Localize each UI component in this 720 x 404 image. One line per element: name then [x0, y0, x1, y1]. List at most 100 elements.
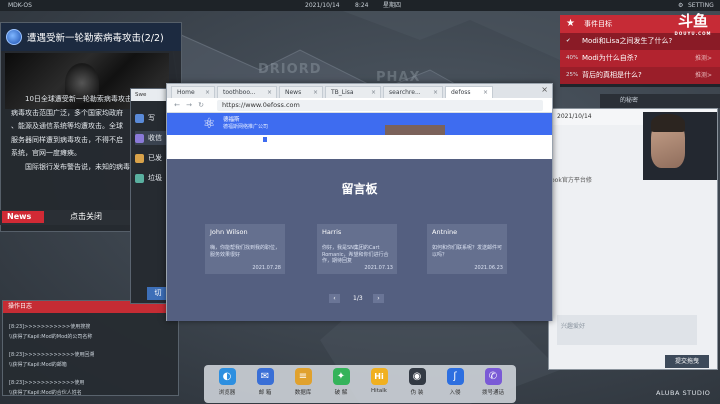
event-row[interactable]: 40% Modi为什么自杀? 推测>	[560, 50, 720, 67]
chat-input[interactable]	[557, 315, 697, 345]
log-line: \\获得了Kapil:Mod的邮箱	[9, 362, 67, 368]
message-author: John Wilson	[210, 228, 248, 236]
dock-label: 破 解	[334, 390, 348, 396]
site-subtitle: 德福斯网络推广公司	[223, 124, 269, 130]
hitalk-icon: Hi	[370, 368, 388, 385]
mail-item-label: 写	[148, 114, 155, 122]
close-icon[interactable]: ×	[267, 87, 272, 98]
site-name: 德福斯	[223, 117, 240, 123]
dock-label: 伪 装	[410, 390, 424, 396]
inbox-icon	[135, 133, 144, 143]
event-text: 背后的真相是什么?	[582, 71, 642, 79]
tab-defoss[interactable]: defoss ×	[445, 86, 493, 98]
secret-window-title: 的秘密	[620, 97, 639, 104]
back-arrow-icon[interactable]: ←	[173, 101, 181, 109]
dock-disguise[interactable]: ◉ 伪 装	[400, 368, 434, 402]
dock-browser[interactable]: ◐ 浏览器	[210, 368, 244, 402]
pagination: ‹ 1/3 ›	[329, 294, 393, 304]
window-close-icon[interactable]: ×	[541, 85, 548, 94]
close-icon[interactable]: ×	[483, 87, 488, 98]
close-icon[interactable]: ×	[205, 87, 210, 98]
dock-hitalk[interactable]: Hi Hitalk	[362, 368, 396, 402]
sent-icon	[135, 153, 144, 163]
dock-label: 邮 箱	[258, 390, 272, 396]
close-icon[interactable]: ×	[371, 87, 376, 98]
log-line: \\获得了Kapil:Mod的Mod的公司名称	[9, 334, 93, 340]
dock-label: 入侵	[449, 390, 461, 396]
message-card: Antnine 如何和你们联系呢？发送邮件可以吗？ 2021.06.23	[427, 224, 507, 274]
star-icon: ★	[566, 18, 575, 29]
database-icon: ≡	[294, 368, 312, 385]
message-date: 2021.07.28	[252, 265, 281, 271]
close-icon[interactable]: ×	[433, 87, 438, 98]
status-weekday: 星期四	[383, 2, 402, 9]
event-percent: 25%	[566, 72, 579, 78]
message-text: 嗨，你能帮我们找到我的职位，服务效果很好	[210, 245, 281, 258]
message-card: John Wilson 嗨，你能帮我们找到我的职位，服务效果很好 2021.07…	[205, 224, 285, 274]
mail-item-label: 垃圾	[148, 174, 162, 182]
message-author: Harris	[322, 228, 342, 236]
site-header: ⚛ 德福斯 德福斯网络推广公司	[167, 113, 552, 135]
page-indicator: 1/3	[353, 295, 363, 302]
news-title: 遭遇受新一轮勒索病毒攻击(2/2)	[27, 33, 164, 44]
event-text: Modi为什么自杀?	[582, 54, 638, 62]
site-banner-strip	[167, 135, 552, 159]
chat-window: 2021/10/14 ook官方平台修 兴趣爱好 提交拖曳	[548, 108, 718, 370]
disguise-icon: ◉	[408, 368, 426, 385]
dock-intrude[interactable]: ʃ 入侵	[438, 368, 472, 402]
secret-window-titlebar: 的秘密	[600, 94, 720, 108]
infer-button[interactable]: 推测>	[695, 50, 712, 67]
intrude-icon: ʃ	[446, 368, 464, 385]
tab-searchresult[interactable]: searchre... ×	[383, 86, 443, 98]
site-banner-image	[385, 125, 445, 135]
event-target-title: 事件目标	[584, 20, 612, 28]
browser-icon: ◐	[218, 368, 236, 385]
tab-home[interactable]: Home ×	[171, 86, 215, 98]
url-input[interactable]: https://www.0efoss.com	[217, 100, 543, 111]
status-date: 2021/10/14	[305, 2, 340, 9]
os-name: MDK-OS	[8, 2, 32, 9]
tab-news[interactable]: News ×	[279, 86, 323, 98]
message-board: 留言板 John Wilson 嗨，你能帮我们找到我的职位，服务效果很好 202…	[167, 159, 552, 321]
browser-window: Home × toothboo... × News × TB_Lisa × search…	[166, 83, 553, 321]
dock-phone[interactable]: ✆ 拨号通话	[476, 368, 510, 402]
avatar	[651, 114, 685, 168]
douyu-logo: 斗鱼 DOUYU.COM	[668, 10, 718, 36]
chat-input-hint: 兴趣爱好	[561, 323, 586, 330]
board-title: 留言板	[341, 182, 378, 196]
map-label-driord: DRIORD	[258, 62, 322, 77]
log-line: [8:23]>>>>>>>>>>>>使用	[9, 380, 85, 386]
dock-database[interactable]: ≡ 数据库	[286, 368, 320, 402]
message-author: Antnine	[432, 228, 458, 236]
logo-main: 斗鱼	[677, 12, 708, 30]
message-text: 如何和你们联系呢？发送邮件可以吗？	[432, 245, 503, 258]
dock-label: Hitalk	[371, 388, 387, 394]
phone-icon: ✆	[484, 368, 502, 385]
reload-icon[interactable]: ↻	[197, 101, 205, 109]
infer-button[interactable]: 推测>	[695, 67, 712, 84]
mail-item-label: 收信	[148, 134, 162, 142]
submit-button[interactable]: 提交拖曳	[665, 355, 709, 368]
status-time: 8:24	[355, 2, 369, 9]
next-page-button[interactable]: ›	[373, 294, 384, 303]
operation-log-panel: 操作日志 [8:23]>>>>>>>>>>>使用搜搜 \\获得了Kapil:Mo…	[2, 300, 179, 396]
dock-mail[interactable]: ✉ 邮 箱	[248, 368, 282, 402]
forward-arrow-icon[interactable]: →	[185, 101, 193, 109]
event-row[interactable]: 25% 背后的真相是什么? 推测>	[560, 67, 720, 84]
tab-toothbook[interactable]: toothboo... ×	[217, 86, 277, 98]
logo-sub: DOUYU.COM	[674, 31, 712, 36]
site-marker	[263, 137, 267, 142]
mail-icon: ✉	[256, 368, 274, 385]
news-close-button[interactable]: 点击关闭	[70, 211, 102, 223]
dock-label: 拨号通话	[481, 390, 504, 396]
close-icon[interactable]: ×	[313, 87, 318, 98]
tab-tb-lisa[interactable]: TB_Lisa ×	[325, 86, 381, 98]
message-date: 2021.06.23	[474, 265, 503, 271]
compose-icon	[135, 113, 144, 123]
globe-icon	[6, 29, 22, 45]
log-line: [8:23]>>>>>>>>>>>>使用回溯	[9, 352, 95, 358]
top-status-bar: MDK-OS 2021/10/14 8:24 星期四 ⚙ SETTING	[0, 0, 720, 11]
dock-crack[interactable]: ✦ 破 解	[324, 368, 358, 402]
news-header: 遭遇受新一轮勒索病毒攻击(2/2)	[1, 23, 181, 51]
prev-page-button[interactable]: ‹	[329, 294, 340, 303]
